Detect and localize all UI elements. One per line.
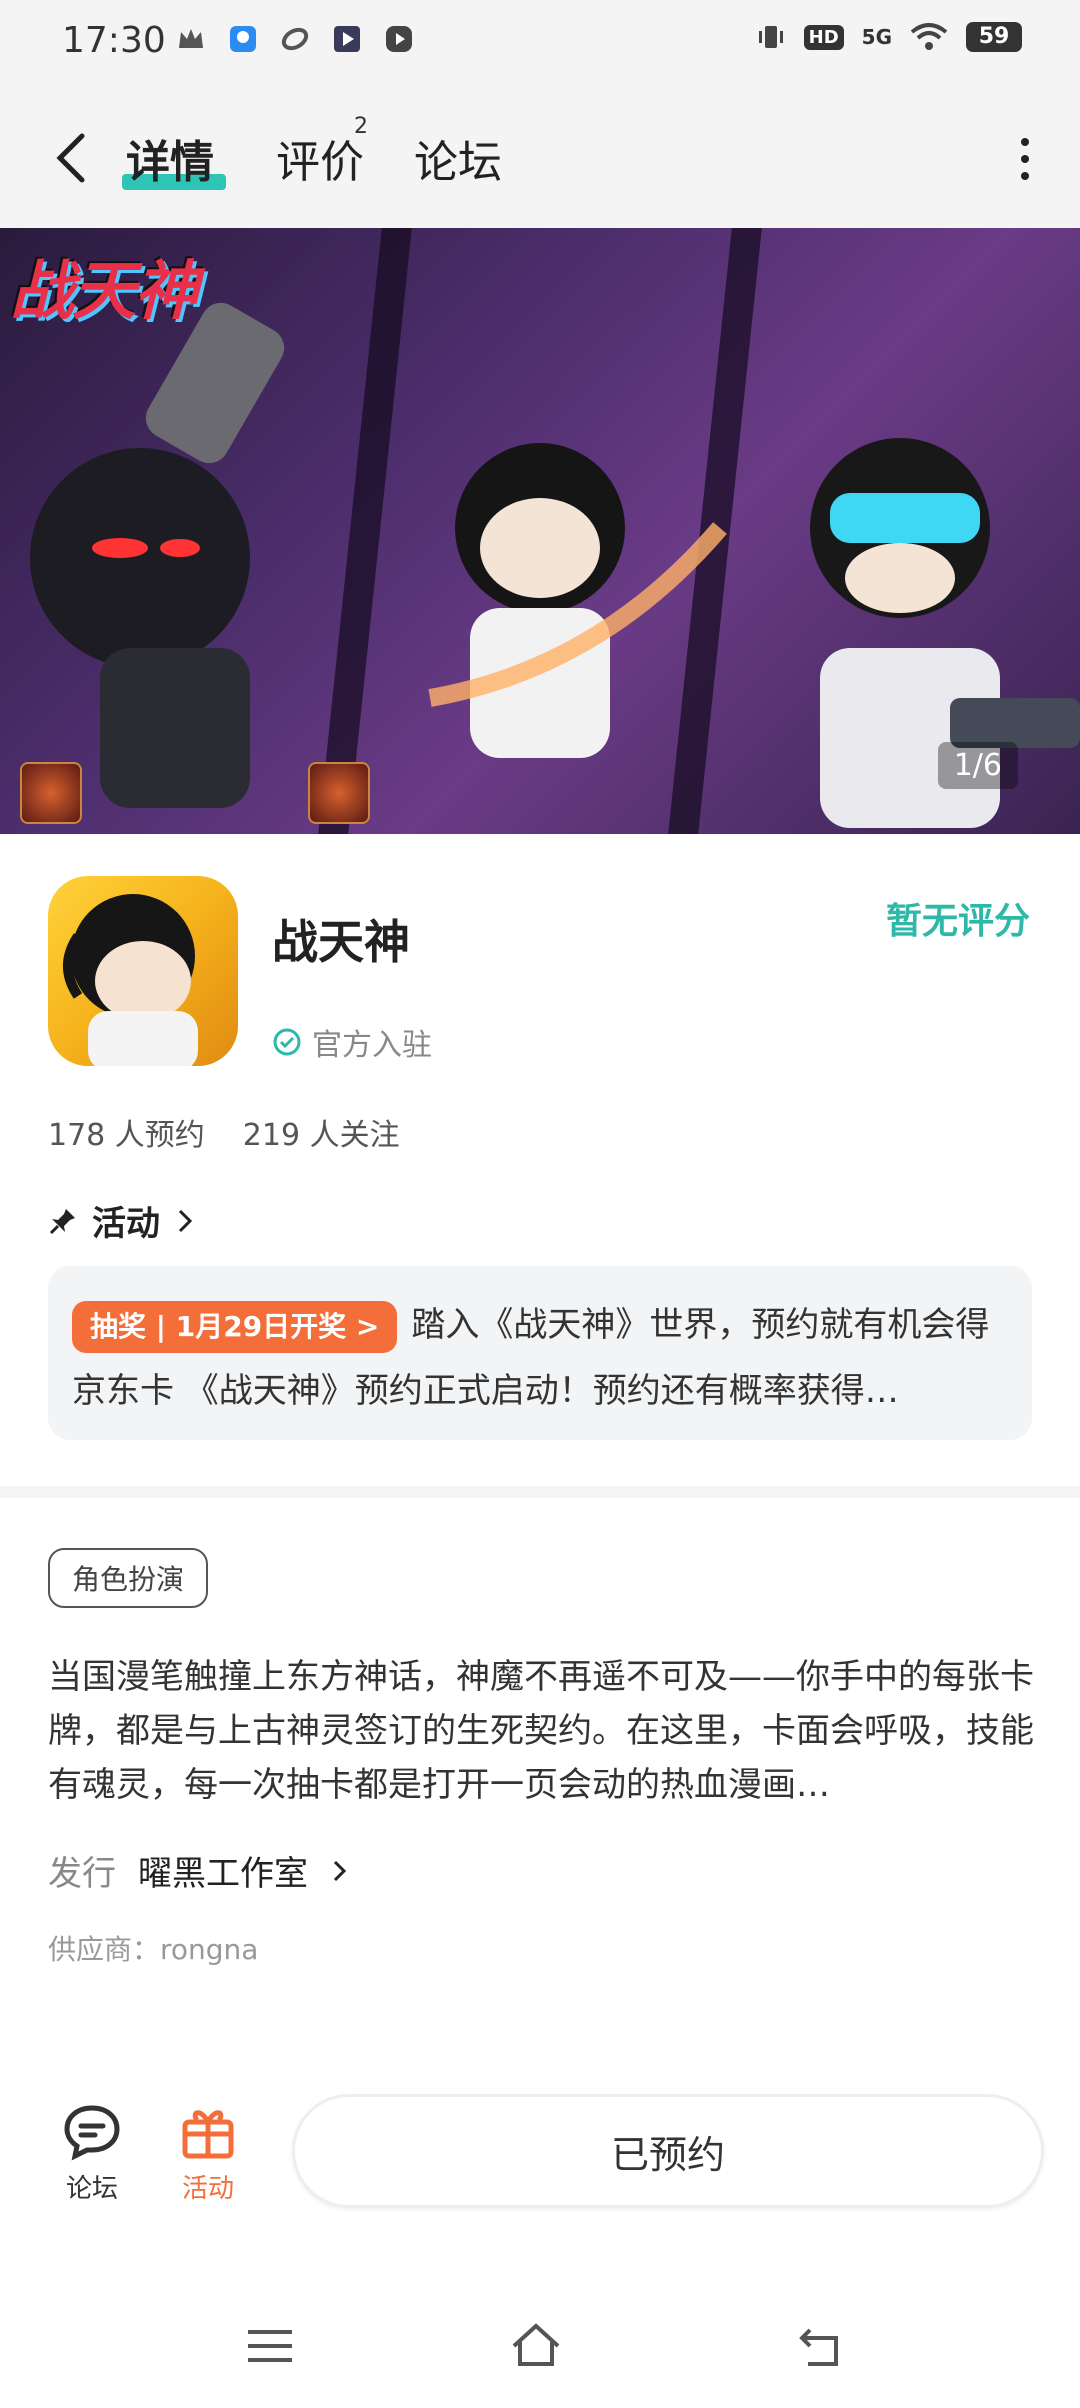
forum-button[interactable]: 论坛 xyxy=(52,2100,132,2205)
gift-icon xyxy=(182,2110,234,2159)
wifi-icon xyxy=(910,23,948,50)
bottom-action-bar: 论坛 活动 已预约 xyxy=(0,2060,1080,2270)
supplier-info: 供应商：rongna xyxy=(48,1933,259,1966)
activity-content: 抽奖 | 1月29日开奖 > 踏入《战天神》世界，预约就有机会得京东卡 《战天神》… xyxy=(72,1292,1012,1424)
carousel-counter: 1/6 xyxy=(937,742,1018,789)
chevron-right-icon xyxy=(178,1209,193,1232)
publisher-label: 发行 xyxy=(48,1854,116,1894)
official-label: 官方入驻 xyxy=(312,1028,432,1063)
more-options-icon[interactable] xyxy=(1010,134,1040,184)
tab-forum[interactable]: 论坛 xyxy=(414,126,502,190)
app-icon xyxy=(48,876,238,1066)
character-thumb xyxy=(308,762,370,824)
system-navigation-bar xyxy=(0,2290,1080,2408)
check-circle-icon xyxy=(273,1028,301,1056)
app-icon-art xyxy=(63,894,198,1066)
activity-label: 活动 xyxy=(181,2174,234,2204)
status-time: 17:30 xyxy=(62,20,166,61)
link-icon xyxy=(281,27,309,51)
reserved-button[interactable]: 已预约 xyxy=(292,2094,1044,2208)
status-bar: 17:30 HD 5G 59 xyxy=(0,0,1080,84)
battery-indicator: 59 xyxy=(966,22,1022,52)
section-divider xyxy=(0,1486,1080,1498)
activity-button[interactable]: 活动 xyxy=(168,2100,248,2205)
app-stats: 178 人预约 219 人关注 xyxy=(48,1110,400,1154)
tab-review[interactable]: 评价 xyxy=(276,126,364,190)
game-logo: 战天神 xyxy=(10,255,198,329)
publisher-name: 曜黑工作室 xyxy=(138,1854,308,1894)
crown-icon xyxy=(179,29,203,48)
chat-bubble-icon xyxy=(64,2105,120,2161)
back-icon[interactable] xyxy=(48,128,96,188)
qq-icon xyxy=(230,26,256,52)
review-count-badge: 2 xyxy=(354,114,368,139)
publisher-row[interactable]: 发行 曜黑工作室 xyxy=(48,1846,350,1895)
forum-label: 论坛 xyxy=(65,2174,118,2204)
activity-card[interactable]: 抽奖 | 1月29日开奖 > 踏入《战天神》世界，预约就有机会得京东卡 《战天神》… xyxy=(48,1266,1032,1440)
screenshot-carousel[interactable]: 战天神 1/6 xyxy=(0,228,1080,834)
lottery-badge: 抽奖 | 1月29日开奖 > xyxy=(72,1300,398,1353)
vibrate-icon xyxy=(758,26,783,48)
pin-icon xyxy=(49,1208,75,1234)
status-right: HD 5G 59 xyxy=(756,22,1022,52)
play-app-icon xyxy=(386,26,412,52)
hd-badge: HD xyxy=(803,24,844,50)
notification-icons xyxy=(176,24,414,54)
back-nav-icon[interactable] xyxy=(796,2320,848,2372)
official-badge: 官方入驻 xyxy=(272,1020,432,1064)
menu-icon[interactable] xyxy=(244,2320,296,2372)
game-description[interactable]: 当国漫笔触撞上东方神话，神魔不再遥不可及——你手中的每张卡牌，都是与上古神灵签订… xyxy=(48,1650,1038,1812)
top-nav: 详情 评价 2 论坛 xyxy=(0,84,1080,228)
chevron-right-icon xyxy=(333,1860,347,1881)
follower-count: 219 人关注 xyxy=(242,1118,400,1153)
app-name: 战天神 xyxy=(272,915,410,969)
home-icon[interactable] xyxy=(510,2320,562,2372)
network-5g: 5G xyxy=(861,25,892,49)
tab-detail[interactable]: 详情 xyxy=(126,126,214,190)
reservation-count: 178 人预约 xyxy=(48,1118,205,1153)
character-thumb xyxy=(20,762,82,824)
genre-tag[interactable]: 角色扮演 xyxy=(48,1548,209,1608)
video-app-icon xyxy=(334,26,360,52)
activity-header[interactable]: 活动 xyxy=(48,1196,196,1245)
activity-heading: 活动 xyxy=(92,1204,160,1244)
rating-status: 暂无评分 xyxy=(885,901,1030,942)
app-detail-page: { "status_bar": { "time": "17:30", "hd":… xyxy=(0,0,1080,2408)
